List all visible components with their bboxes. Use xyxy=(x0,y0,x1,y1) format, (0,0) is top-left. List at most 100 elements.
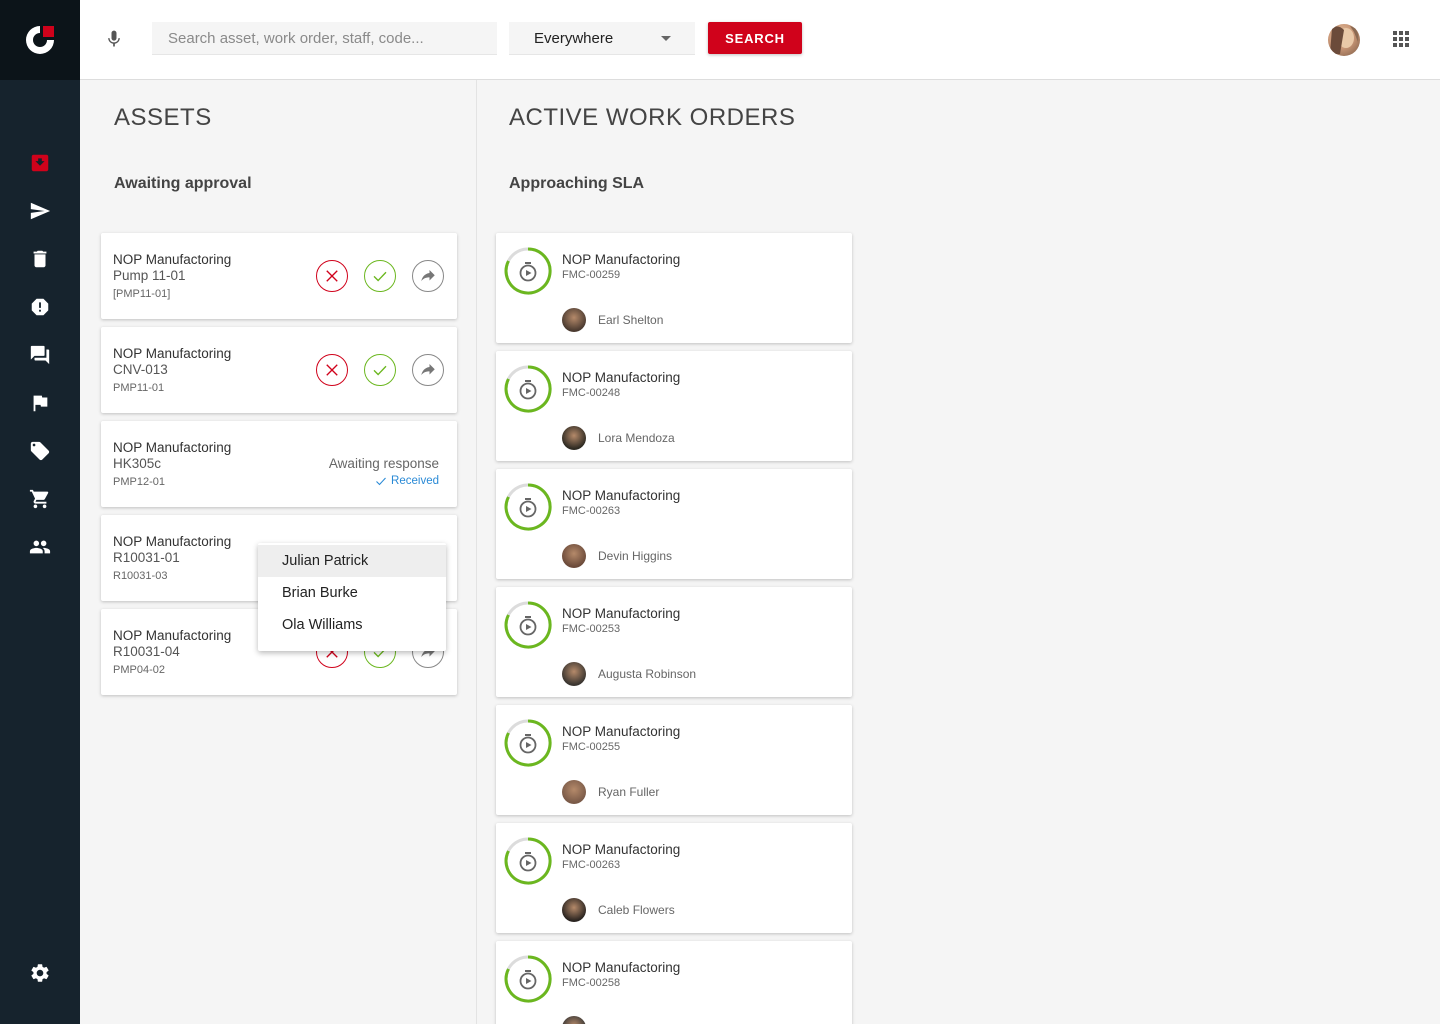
assignee-name: Earl Shelton xyxy=(598,313,664,327)
forward-arrow-icon xyxy=(421,364,435,376)
microphone-icon[interactable] xyxy=(104,26,124,52)
work-order-code: FMC-00263 xyxy=(562,859,621,871)
work-order-code: FMC-00263 xyxy=(562,505,621,517)
sla-timer-icon xyxy=(504,365,552,413)
search-button[interactable]: SEARCH xyxy=(708,22,802,54)
dropdown-option[interactable]: Julian Patrick xyxy=(258,545,446,577)
inbox-icon[interactable] xyxy=(28,151,52,175)
status-text: Awaiting response xyxy=(328,456,439,471)
work-order-card[interactable]: NOP Manufactoring FMC-00263 Devin Higgins xyxy=(496,469,852,579)
dropdown-option[interactable]: Ola Williams xyxy=(258,609,446,641)
work-order-assignee[interactable]: Lora Mendoza xyxy=(562,426,675,450)
work-order-company: NOP Manufactoring xyxy=(562,252,681,267)
flag-icon[interactable] xyxy=(28,391,52,415)
assignee-name: Caleb Flowers xyxy=(598,903,675,917)
work-order-code: FMC-00258 xyxy=(562,977,621,989)
work-order-assignee[interactable]: Caleb Flowers xyxy=(562,898,675,922)
asset-code: PMP12-01 xyxy=(113,476,165,488)
asset-company: NOP Manufactoring xyxy=(113,440,232,455)
assignee-name: Augusta Robinson xyxy=(598,667,697,681)
work-order-code: FMC-00253 xyxy=(562,623,621,635)
avatar xyxy=(562,1016,586,1024)
assets-title: ASSETS xyxy=(114,104,212,131)
send-icon[interactable] xyxy=(28,199,52,223)
work-order-company: NOP Manufactoring xyxy=(562,960,681,975)
work-order-assignee[interactable]: Earl Shelton xyxy=(562,308,663,332)
avatar xyxy=(562,662,586,686)
people-icon[interactable] xyxy=(28,535,52,559)
settings-icon[interactable] xyxy=(28,961,52,985)
received-label: Received xyxy=(391,475,439,487)
sla-timer-icon xyxy=(504,719,552,767)
sidebar xyxy=(0,0,80,1024)
sla-timer-icon xyxy=(504,483,552,531)
asset-card[interactable]: NOP Manufactoring Pump 11-01 [PMP11-01] xyxy=(101,233,457,319)
chevron-down-icon xyxy=(661,36,671,41)
search-scope-select[interactable]: Everywhere xyxy=(509,22,695,55)
assignee-name: Lora Mendoza xyxy=(598,431,675,445)
reject-button[interactable] xyxy=(316,260,348,292)
work-order-card[interactable]: NOP Manufactoring FMC-00255 Ryan Fuller xyxy=(496,705,852,815)
asset-code: PMP04-02 xyxy=(113,664,165,676)
alert-icon[interactable] xyxy=(28,295,52,319)
asset-company: NOP Manufactoring xyxy=(113,252,232,267)
avatar xyxy=(562,780,586,804)
sla-timer-icon xyxy=(504,601,552,649)
work-order-assignee[interactable]: Devin Higgins xyxy=(562,544,672,568)
work-orders-title: ACTIVE WORK ORDERS xyxy=(509,104,796,131)
asset-company: NOP Manufactoring xyxy=(113,534,232,549)
column-divider xyxy=(476,80,477,1024)
received-status: Received xyxy=(375,475,439,487)
work-order-assignee[interactable] xyxy=(562,1016,598,1024)
forward-button[interactable] xyxy=(412,260,444,292)
assets-subtitle: Awaiting approval xyxy=(114,175,252,192)
forward-to-dropdown: Julian Patrick Brian Burke Ola Williams xyxy=(258,543,446,651)
sla-timer-icon xyxy=(504,247,552,295)
work-order-code: FMC-00255 xyxy=(562,741,621,753)
asset-company: NOP Manufactoring xyxy=(113,628,232,643)
work-order-card[interactable]: NOP Manufactoring FMC-00258 xyxy=(496,941,852,1024)
avatar xyxy=(562,544,586,568)
asset-name: R10031-01 xyxy=(113,550,180,565)
asset-name: Pump 11-01 xyxy=(113,268,186,283)
work-order-company: NOP Manufactoring xyxy=(562,842,681,857)
avatar xyxy=(562,898,586,922)
asset-card[interactable]: NOP Manufactoring HK305c PMP12-01 Awaiti… xyxy=(101,421,457,507)
work-order-company: NOP Manufactoring xyxy=(562,488,681,503)
asset-name: HK305c xyxy=(113,456,162,471)
assignee-name: Ryan Fuller xyxy=(598,785,660,799)
user-avatar[interactable] xyxy=(1328,24,1360,56)
approve-button[interactable] xyxy=(364,260,396,292)
forward-arrow-icon xyxy=(421,270,435,282)
asset-code: R10031-03 xyxy=(113,570,168,582)
work-order-card[interactable]: NOP Manufactoring FMC-00259 Earl Shelton xyxy=(496,233,852,343)
check-icon xyxy=(373,271,387,282)
search-input[interactable] xyxy=(152,22,497,55)
chat-icon[interactable] xyxy=(28,343,52,367)
forward-button[interactable] xyxy=(412,354,444,386)
cart-icon[interactable] xyxy=(28,487,52,511)
work-order-assignee[interactable]: Ryan Fuller xyxy=(562,780,659,804)
trash-icon[interactable] xyxy=(28,247,52,271)
search-scope-value: Everywhere xyxy=(534,29,614,47)
asset-card[interactable]: NOP Manufactoring CNV-013 PMP11-01 xyxy=(101,327,457,413)
asset-code: PMP11-01 xyxy=(113,382,165,394)
check-icon xyxy=(373,365,387,376)
tag-icon[interactable] xyxy=(28,439,52,463)
work-order-card[interactable]: NOP Manufactoring FMC-00253 Augusta Robins… xyxy=(496,587,852,697)
work-order-card[interactable]: NOP Manufactoring FMC-00263 Caleb Flowers xyxy=(496,823,852,933)
work-order-assignee[interactable]: Augusta Robinson xyxy=(562,662,696,686)
approve-button[interactable] xyxy=(364,354,396,386)
close-icon xyxy=(326,270,338,282)
work-order-company: NOP Manufactoring xyxy=(562,606,681,621)
user-photo-icon xyxy=(1330,26,1359,54)
app-logo[interactable] xyxy=(0,0,80,80)
reject-button[interactable] xyxy=(316,354,348,386)
work-orders-subtitle: Approaching SLA xyxy=(509,175,645,192)
dropdown-option[interactable]: Brian Burke xyxy=(258,577,446,609)
apps-grid-icon[interactable] xyxy=(1393,31,1409,47)
work-order-code: FMC-00259 xyxy=(562,269,621,281)
avatar xyxy=(562,426,586,450)
check-icon xyxy=(376,477,386,486)
work-order-card[interactable]: NOP Manufactoring FMC-00248 Lora Mendoza xyxy=(496,351,852,461)
